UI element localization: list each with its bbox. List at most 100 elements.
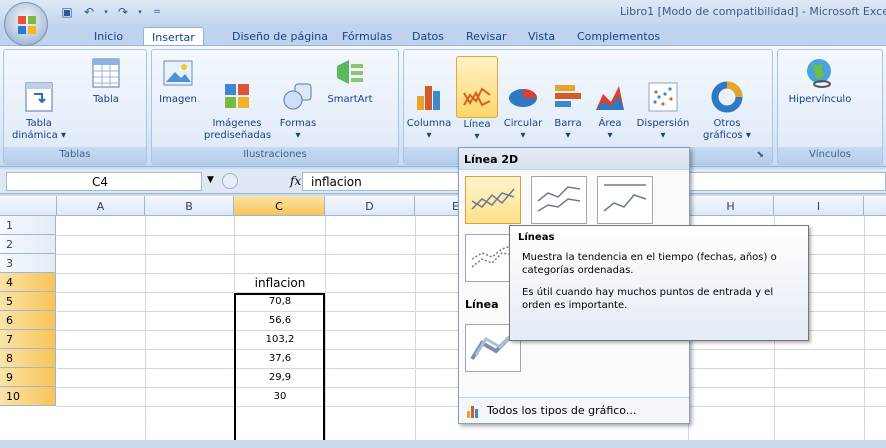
office-button[interactable] <box>4 2 48 46</box>
smartart-label: SmartArt <box>327 94 373 105</box>
cell-c7[interactable]: 103,2 <box>236 334 324 345</box>
row-header-1[interactable]: 1 <box>0 216 56 235</box>
cell-c4[interactable]: inflacion <box>236 276 324 290</box>
line-chart-icon <box>460 69 494 107</box>
linea-label: Línea ▾ <box>463 119 491 142</box>
tab-inicio[interactable]: Inicio <box>86 27 131 46</box>
group-ilustraciones: Imagen Imágenes prediseñadas Formas ▾ Sm… <box>151 49 399 165</box>
title-bar: ▣ ↶ ▾ ↷ ▾ = Libro1 [Modo de compatibilid… <box>0 0 886 24</box>
row-header-3[interactable]: 3 <box>0 254 56 273</box>
table-icon <box>89 56 123 90</box>
percent-line-thumb-icon <box>603 184 647 212</box>
undo-icon[interactable]: ↶ <box>80 4 98 20</box>
columna-button[interactable]: Columna ▾ <box>404 56 454 142</box>
tab-revisar[interactable]: Revisar <box>458 27 514 46</box>
redo-icon[interactable]: ↷ <box>114 4 132 20</box>
undo-dropdown-icon[interactable]: ▾ <box>102 4 110 20</box>
area-label: Área ▾ <box>598 118 622 141</box>
column-header-i[interactable]: I <box>774 196 864 216</box>
line-chart-tooltip: Líneas Muestra la tendencia en el tiempo… <box>509 225 809 341</box>
chart-type-stacked-line[interactable] <box>531 176 587 224</box>
hyperlink-globe-icon <box>803 56 837 90</box>
gallery-section-line-2d: Línea 2D <box>459 148 689 170</box>
insert-function-icon[interactable]: fx <box>290 174 301 188</box>
row-header-4[interactable]: 4 <box>0 273 56 292</box>
row-header-10[interactable]: 10 <box>0 387 56 406</box>
tabla-dinamica-label: Tabla dinámica ▾ <box>12 118 66 141</box>
select-all-corner[interactable] <box>0 196 57 216</box>
chart-type-line[interactable] <box>465 176 521 224</box>
column-header-j[interactable] <box>864 196 886 216</box>
imagenes-predisenadas-button[interactable]: Imágenes prediseñadas <box>204 56 272 142</box>
excel-window: ▣ ↶ ▾ ↷ ▾ = Libro1 [Modo de compatibilid… <box>0 0 886 448</box>
office-logo-icon <box>18 16 36 34</box>
row-header-7[interactable]: 7 <box>0 330 56 349</box>
tooltip-title: Líneas <box>518 232 555 243</box>
pivot-table-icon <box>22 68 56 112</box>
group-tablas: Tabla dinámica ▾ Tabla Tablas <box>3 49 147 165</box>
column-header-a[interactable]: A <box>57 196 145 216</box>
group-label-tablas: Tablas <box>4 147 146 164</box>
window-bottom-edge <box>0 440 886 448</box>
shapes-icon <box>281 68 315 110</box>
group-vinculos: Hipervínculo Vínculos <box>777 49 883 165</box>
column-header-c[interactable]: C <box>234 196 325 216</box>
dialog-launcher-icon[interactable]: ⬊ <box>756 150 764 160</box>
tab-vista[interactable]: Vista <box>520 27 563 46</box>
formas-label: Formas ▾ <box>279 118 317 141</box>
pie-chart-icon <box>506 68 540 107</box>
column-header-d[interactable]: D <box>325 196 415 216</box>
row-header-5[interactable]: 5 <box>0 292 56 311</box>
clipart-icon <box>220 68 254 108</box>
customize-qat-icon[interactable]: = <box>148 4 166 20</box>
chart-type-100-stacked-line[interactable] <box>597 176 653 224</box>
bar-chart-icon <box>551 68 585 107</box>
save-icon[interactable]: ▣ <box>58 4 76 20</box>
redo-dropdown-icon[interactable]: ▾ <box>136 4 144 20</box>
cell-c5[interactable]: 70,8 <box>236 296 324 307</box>
smartart-button[interactable]: SmartArt <box>320 56 380 106</box>
row-header-6[interactable]: 6 <box>0 311 56 330</box>
cell-c9[interactable]: 29,9 <box>236 372 324 383</box>
doughnut-chart-icon <box>710 68 744 113</box>
row-header-2[interactable]: 2 <box>0 235 56 254</box>
formula-bar: C4 ▼ fx inflacion <box>0 169 886 194</box>
barra-button[interactable]: Barra ▾ <box>548 56 588 142</box>
row-header-8[interactable]: 8 <box>0 349 56 368</box>
column-header-b[interactable]: B <box>145 196 234 216</box>
imagenes-predisenadas-label: Imágenes prediseñadas <box>204 118 272 141</box>
group-label-ilustraciones: Ilustraciones <box>152 147 398 164</box>
tab-complementos[interactable]: Complementos <box>569 27 668 46</box>
tab-formulas[interactable]: Fórmulas <box>334 27 400 46</box>
otros-graficos-button[interactable]: Otros gráficos ▾ <box>696 56 758 142</box>
hipervinculo-button[interactable]: Hipervínculo <box>784 56 856 106</box>
name-box-dropdown-icon[interactable]: ▼ <box>207 175 214 185</box>
cell-c8[interactable]: 37,6 <box>236 353 324 364</box>
circular-button[interactable]: Circular ▾ <box>500 56 546 142</box>
row-header-9[interactable]: 9 <box>0 368 56 387</box>
cell-c10[interactable]: 30 <box>236 391 324 402</box>
tab-insertar[interactable]: Insertar <box>143 27 204 47</box>
name-box[interactable]: C4 <box>6 172 202 191</box>
tabla-dinamica-button[interactable]: Tabla dinámica ▾ <box>6 56 72 142</box>
columna-label: Columna ▾ <box>406 118 452 141</box>
smartart-icon <box>333 56 367 90</box>
formas-button[interactable]: Formas ▾ <box>276 56 320 142</box>
tabla-button[interactable]: Tabla <box>78 56 134 106</box>
group-label-vinculos: Vínculos <box>778 147 882 164</box>
all-chart-types-link[interactable]: Todos los tipos de gráfico... <box>459 397 689 423</box>
line-thumb-icon <box>471 188 515 210</box>
column-header-h[interactable]: H <box>688 196 774 216</box>
cell-c6[interactable]: 56,6 <box>236 315 324 326</box>
area-button[interactable]: Área ▾ <box>590 56 630 142</box>
tabla-label: Tabla <box>93 94 119 105</box>
dispersion-button[interactable]: Dispersión ▾ <box>632 56 694 142</box>
circular-label: Circular ▾ <box>503 118 543 141</box>
imagen-button[interactable]: Imagen <box>156 56 200 106</box>
formula-bar-expand-icon[interactable] <box>222 173 238 189</box>
linea-button[interactable]: Línea ▾ <box>456 56 498 142</box>
picture-icon <box>161 56 195 90</box>
imagen-label: Imagen <box>159 94 197 105</box>
tab-diseno-pagina[interactable]: Diseño de página <box>224 27 336 46</box>
tab-datos[interactable]: Datos <box>404 27 452 46</box>
